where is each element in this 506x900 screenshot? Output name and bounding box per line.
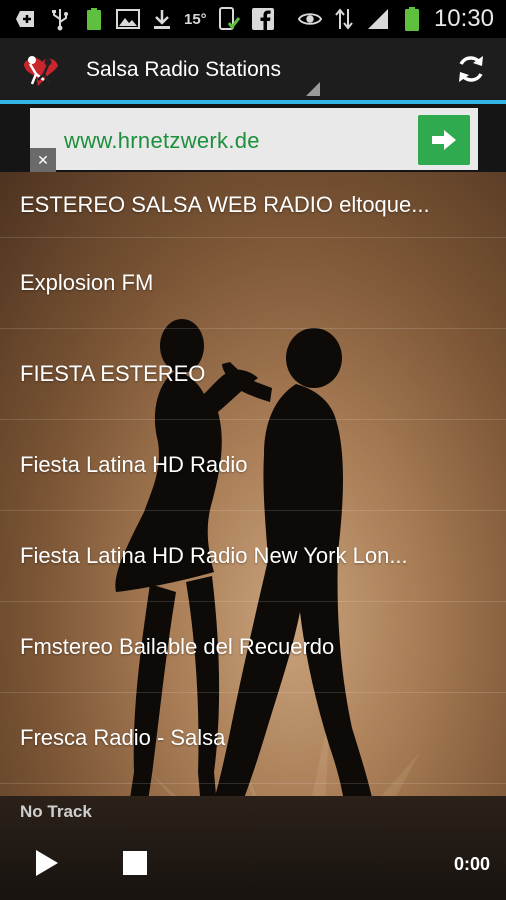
app-logo-icon[interactable] bbox=[18, 50, 64, 88]
signal-icon bbox=[366, 7, 390, 31]
clock: 10:30 bbox=[433, 5, 494, 32]
action-bar: Salsa Radio Stations bbox=[0, 38, 506, 100]
list-item[interactable]: Fiesta Latina HD Radio New York Lon... bbox=[0, 511, 506, 602]
facebook-icon bbox=[251, 7, 275, 31]
download-icon bbox=[150, 7, 174, 31]
station-name: Fiesta Latina HD Radio bbox=[20, 452, 248, 477]
spinner-corner-icon bbox=[306, 82, 320, 96]
list-item[interactable]: Fmstereo Bailable del Recuerdo bbox=[0, 602, 506, 693]
image-icon bbox=[116, 7, 140, 31]
station-list-area: ESTEREO SALSA WEB RADIO eltoque... Explo… bbox=[0, 172, 506, 796]
temperature-text: 15° bbox=[184, 10, 207, 28]
add-icon bbox=[14, 7, 38, 31]
eye-icon bbox=[297, 7, 322, 31]
usb-icon bbox=[48, 7, 72, 31]
station-name: ESTEREO SALSA WEB RADIO eltoque... bbox=[20, 191, 430, 217]
station-name: Explosion FM bbox=[20, 270, 154, 295]
list-item[interactable]: Fiesta Latina HD Radio bbox=[0, 420, 506, 511]
ad-box[interactable]: www.hrnetzwerk.de bbox=[30, 108, 478, 170]
station-name: FIESTA ESTEREO bbox=[20, 361, 206, 386]
arrow-right-icon[interactable] bbox=[418, 115, 470, 165]
ad-url[interactable]: www.hrnetzwerk.de bbox=[64, 128, 260, 154]
refresh-icon[interactable] bbox=[454, 52, 488, 86]
phone-check-icon bbox=[217, 7, 241, 31]
battery-icon bbox=[82, 7, 106, 31]
battery-icon bbox=[400, 7, 424, 31]
playback-time: 0:00 bbox=[453, 854, 490, 874]
track-title: No Track bbox=[20, 802, 92, 821]
station-name: Fmstereo Bailable del Recuerdo bbox=[20, 634, 335, 659]
play-icon[interactable] bbox=[30, 846, 64, 880]
station-name: Fresca Radio - Salsa bbox=[20, 725, 226, 750]
status-bar: 15° 10:30 bbox=[0, 0, 506, 38]
data-arrows-icon bbox=[332, 7, 356, 31]
list-item[interactable]: Explosion FM bbox=[0, 238, 506, 329]
station-list-spinner[interactable]: Salsa Radio Stations bbox=[86, 58, 281, 82]
station-name: Fiesta Latina HD Radio New York Lon... bbox=[20, 543, 408, 568]
stop-icon[interactable] bbox=[120, 848, 150, 878]
player-bar: No Track 0:00 bbox=[0, 796, 506, 900]
list-item[interactable]: FIESTA ESTEREO bbox=[0, 329, 506, 420]
station-list: ESTEREO SALSA WEB RADIO eltoque... Explo… bbox=[0, 172, 506, 784]
list-item[interactable]: ESTEREO SALSA WEB RADIO eltoque... bbox=[0, 172, 506, 238]
ad-banner[interactable]: www.hrnetzwerk.de bbox=[0, 104, 506, 172]
ad-close-button[interactable]: ✕ bbox=[30, 148, 56, 172]
list-item[interactable]: Fresca Radio - Salsa bbox=[0, 693, 506, 784]
